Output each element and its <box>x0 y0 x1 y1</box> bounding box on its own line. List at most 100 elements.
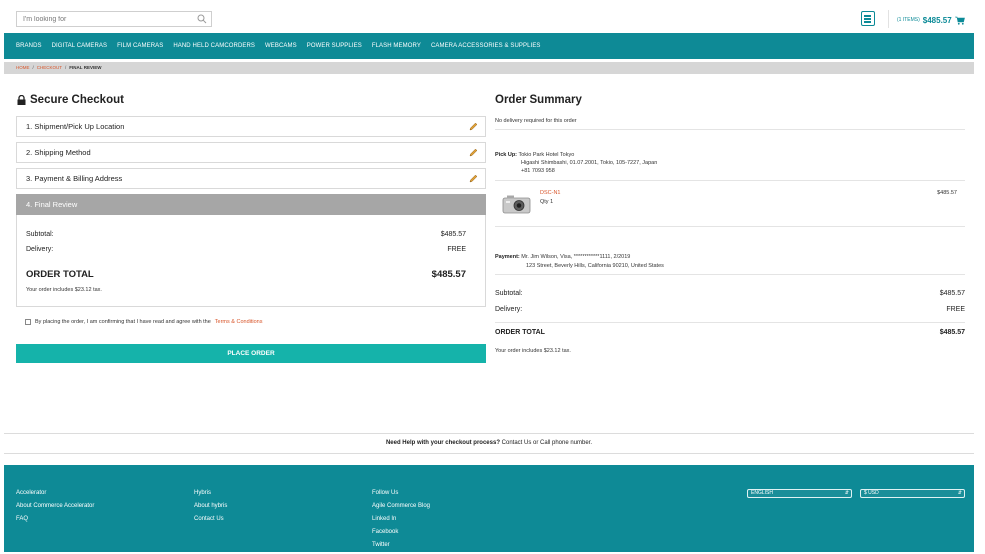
step-label: 3. Payment & Billing Address <box>26 174 123 183</box>
terms-agreement: By placing the order, I am confirming th… <box>25 319 262 325</box>
shopping-cart-icon[interactable] <box>954 16 965 25</box>
step-label: 1. Shipment/Pick Up Location <box>26 122 125 131</box>
summary-delivery-value: FREE <box>946 306 965 313</box>
subtotal-row: Subtotal: $485.57 <box>26 231 466 238</box>
delivery-value: FREE <box>447 246 466 253</box>
lock-icon <box>17 95 26 105</box>
payment-label: Payment: <box>495 254 520 260</box>
nav-film-cameras[interactable]: FILM CAMERAS <box>117 43 163 49</box>
nav-camera-accessories[interactable]: CAMERA ACCESSORIES & SUPPLIES <box>431 43 541 49</box>
payment-info: Payment: Mr. Jim Wilson, Visa, *********… <box>495 253 630 261</box>
footer-link-blog[interactable]: Agile Commerce Blog <box>372 502 430 510</box>
header-divider <box>888 10 889 28</box>
nav-power-supplies[interactable]: POWER SUPPLIES <box>307 43 362 49</box>
footer-link-about-accelerator[interactable]: About Commerce Accelerator <box>16 502 94 510</box>
billing-address: 123 Street, Beverly Hills, California 90… <box>526 263 664 269</box>
step-label: 2. Shipping Method <box>26 148 91 157</box>
subtotal-label: Subtotal: <box>26 231 54 238</box>
summary-order-total-row: ORDER TOTAL $485.57 <box>495 329 965 336</box>
order-total-row: ORDER TOTAL $485.57 <box>26 269 466 280</box>
product-price: $485.57 <box>937 190 957 196</box>
divider <box>495 129 965 130</box>
step-shipment-location[interactable]: 1. Shipment/Pick Up Location <box>16 116 486 137</box>
terms-checkbox[interactable] <box>25 319 31 325</box>
currency-select[interactable]: $ USD ⇵ <box>860 489 965 498</box>
delivery-label: Delivery: <box>26 246 54 253</box>
help-heading: Need Help with your checkout process? <box>385 440 500 446</box>
final-review-panel: Subtotal: $485.57 Delivery: FREE ORDER T… <box>16 215 486 307</box>
nav-flash-memory[interactable]: FLASH MEMORY <box>372 43 421 49</box>
summary-subtotal-label: Subtotal: <box>495 290 523 297</box>
product-quantity: Qty 1 <box>540 199 554 205</box>
edit-pencil-icon[interactable] <box>469 122 478 131</box>
footer: Accelerator About Commerce Accelerator F… <box>4 465 974 552</box>
summary-subtotal-value: $485.57 <box>939 290 965 297</box>
summary-tax-note: Your order includes $23.12 tax. <box>495 348 571 354</box>
currency-value: $ USD <box>864 490 879 496</box>
summary-order-total-value: $485.57 <box>939 329 965 336</box>
search-box[interactable] <box>16 11 212 27</box>
language-select[interactable]: ENGLISH ⇵ <box>747 489 852 498</box>
help-contact-text[interactable]: Contact Us or Call phone number. <box>500 440 592 446</box>
footer-link-contact-us[interactable]: Contact Us <box>194 515 227 523</box>
breadcrumb-checkout[interactable]: CHECKOUT <box>37 65 62 70</box>
footer-column-accelerator: Accelerator About Commerce Accelerator F… <box>16 489 94 523</box>
divider <box>495 322 965 323</box>
checkout-help-bar: Need Help with your checkout process? Co… <box>4 433 974 454</box>
divider <box>495 274 965 275</box>
breadcrumb-current: FINAL REVIEW <box>69 65 102 70</box>
order-summary-title: Order Summary <box>495 94 582 106</box>
payment-details: Mr. Jim Wilson, Visa, ************1111, … <box>521 254 631 260</box>
terms-text: By placing the order, I am confirming th… <box>35 319 211 325</box>
pickup-address: Higashi Shimbashi, 01.07.2001, Tokio, 10… <box>521 160 658 166</box>
pickup-name: Tokio Park Hotel Tokyo <box>518 152 575 158</box>
footer-link-follow-us[interactable]: Follow Us <box>372 489 430 497</box>
pickup-phone: +81 7093 958 <box>521 168 555 174</box>
nav-camcorders[interactable]: HAND HELD CAMCORDERS <box>173 43 255 49</box>
nav-digital-cameras[interactable]: DIGITAL CAMERAS <box>52 43 108 49</box>
footer-link-accelerator[interactable]: Accelerator <box>16 489 94 497</box>
delivery-row: Delivery: FREE <box>26 246 466 253</box>
product-thumbnail[interactable] <box>502 193 531 215</box>
pickup-label: Pick Up: <box>495 152 518 158</box>
step-final-review: 4. Final Review <box>16 194 486 215</box>
divider <box>495 180 965 181</box>
order-total-label: ORDER TOTAL <box>26 269 94 280</box>
footer-link-about-hybris[interactable]: About hybris <box>194 502 227 510</box>
breadcrumb-home[interactable]: HOME <box>16 65 30 70</box>
footer-link-hybris[interactable]: Hybris <box>194 489 227 497</box>
terms-link[interactable]: Terms & Conditions <box>215 319 263 325</box>
search-icon[interactable] <box>197 14 207 24</box>
search-input[interactable] <box>17 12 193 26</box>
footer-link-linkedin[interactable]: Linked In <box>372 515 430 523</box>
cart-item-count: (1 ITEMS) <box>897 17 920 23</box>
nav-brands[interactable]: BRANDS <box>16 43 42 49</box>
step-payment-billing[interactable]: 3. Payment & Billing Address <box>16 168 486 189</box>
footer-link-faq[interactable]: FAQ <box>16 515 94 523</box>
checkout-title-text: Secure Checkout <box>30 94 124 106</box>
footer-link-twitter[interactable]: Twitter <box>372 541 430 549</box>
edit-pencil-icon[interactable] <box>469 174 478 183</box>
summary-order-total-label: ORDER TOTAL <box>495 329 545 336</box>
select-arrows-icon: ⇵ <box>844 490 849 496</box>
edit-pencil-icon[interactable] <box>469 148 478 157</box>
category-nav: BRANDS DIGITAL CAMERAS FILM CAMERAS HAND… <box>4 33 974 59</box>
checkout-title: Secure Checkout <box>17 94 124 106</box>
top-header: (1 ITEMS) $485.57 <box>4 7 974 33</box>
language-value: ENGLISH <box>751 490 773 496</box>
footer-column-follow-us: Follow Us Agile Commerce Blog Linked In … <box>372 489 430 549</box>
step-shipping-method[interactable]: 2. Shipping Method <box>16 142 486 163</box>
mini-cart[interactable]: (1 ITEMS) $485.57 <box>897 14 965 26</box>
step-label: 4. Final Review <box>26 200 78 209</box>
footer-link-facebook[interactable]: Facebook <box>372 528 430 536</box>
cart-total: $485.57 <box>922 15 952 25</box>
subtotal-value: $485.57 <box>440 231 466 238</box>
product-name-link[interactable]: DSC-N1 <box>540 190 560 196</box>
page: (1 ITEMS) $485.57 BRANDS DIGITAL CAMERAS… <box>4 7 974 552</box>
place-order-button[interactable]: PLACE ORDER <box>16 344 486 363</box>
quick-order-list-icon[interactable] <box>861 11 875 26</box>
breadcrumb: HOME / CHECKOUT / FINAL REVIEW <box>4 62 974 74</box>
pickup-info: Pick Up: Tokio Park Hotel Tokyo <box>495 151 574 159</box>
nav-webcams[interactable]: WEBCAMS <box>265 43 297 49</box>
summary-delivery-row: Delivery: FREE <box>495 306 965 313</box>
